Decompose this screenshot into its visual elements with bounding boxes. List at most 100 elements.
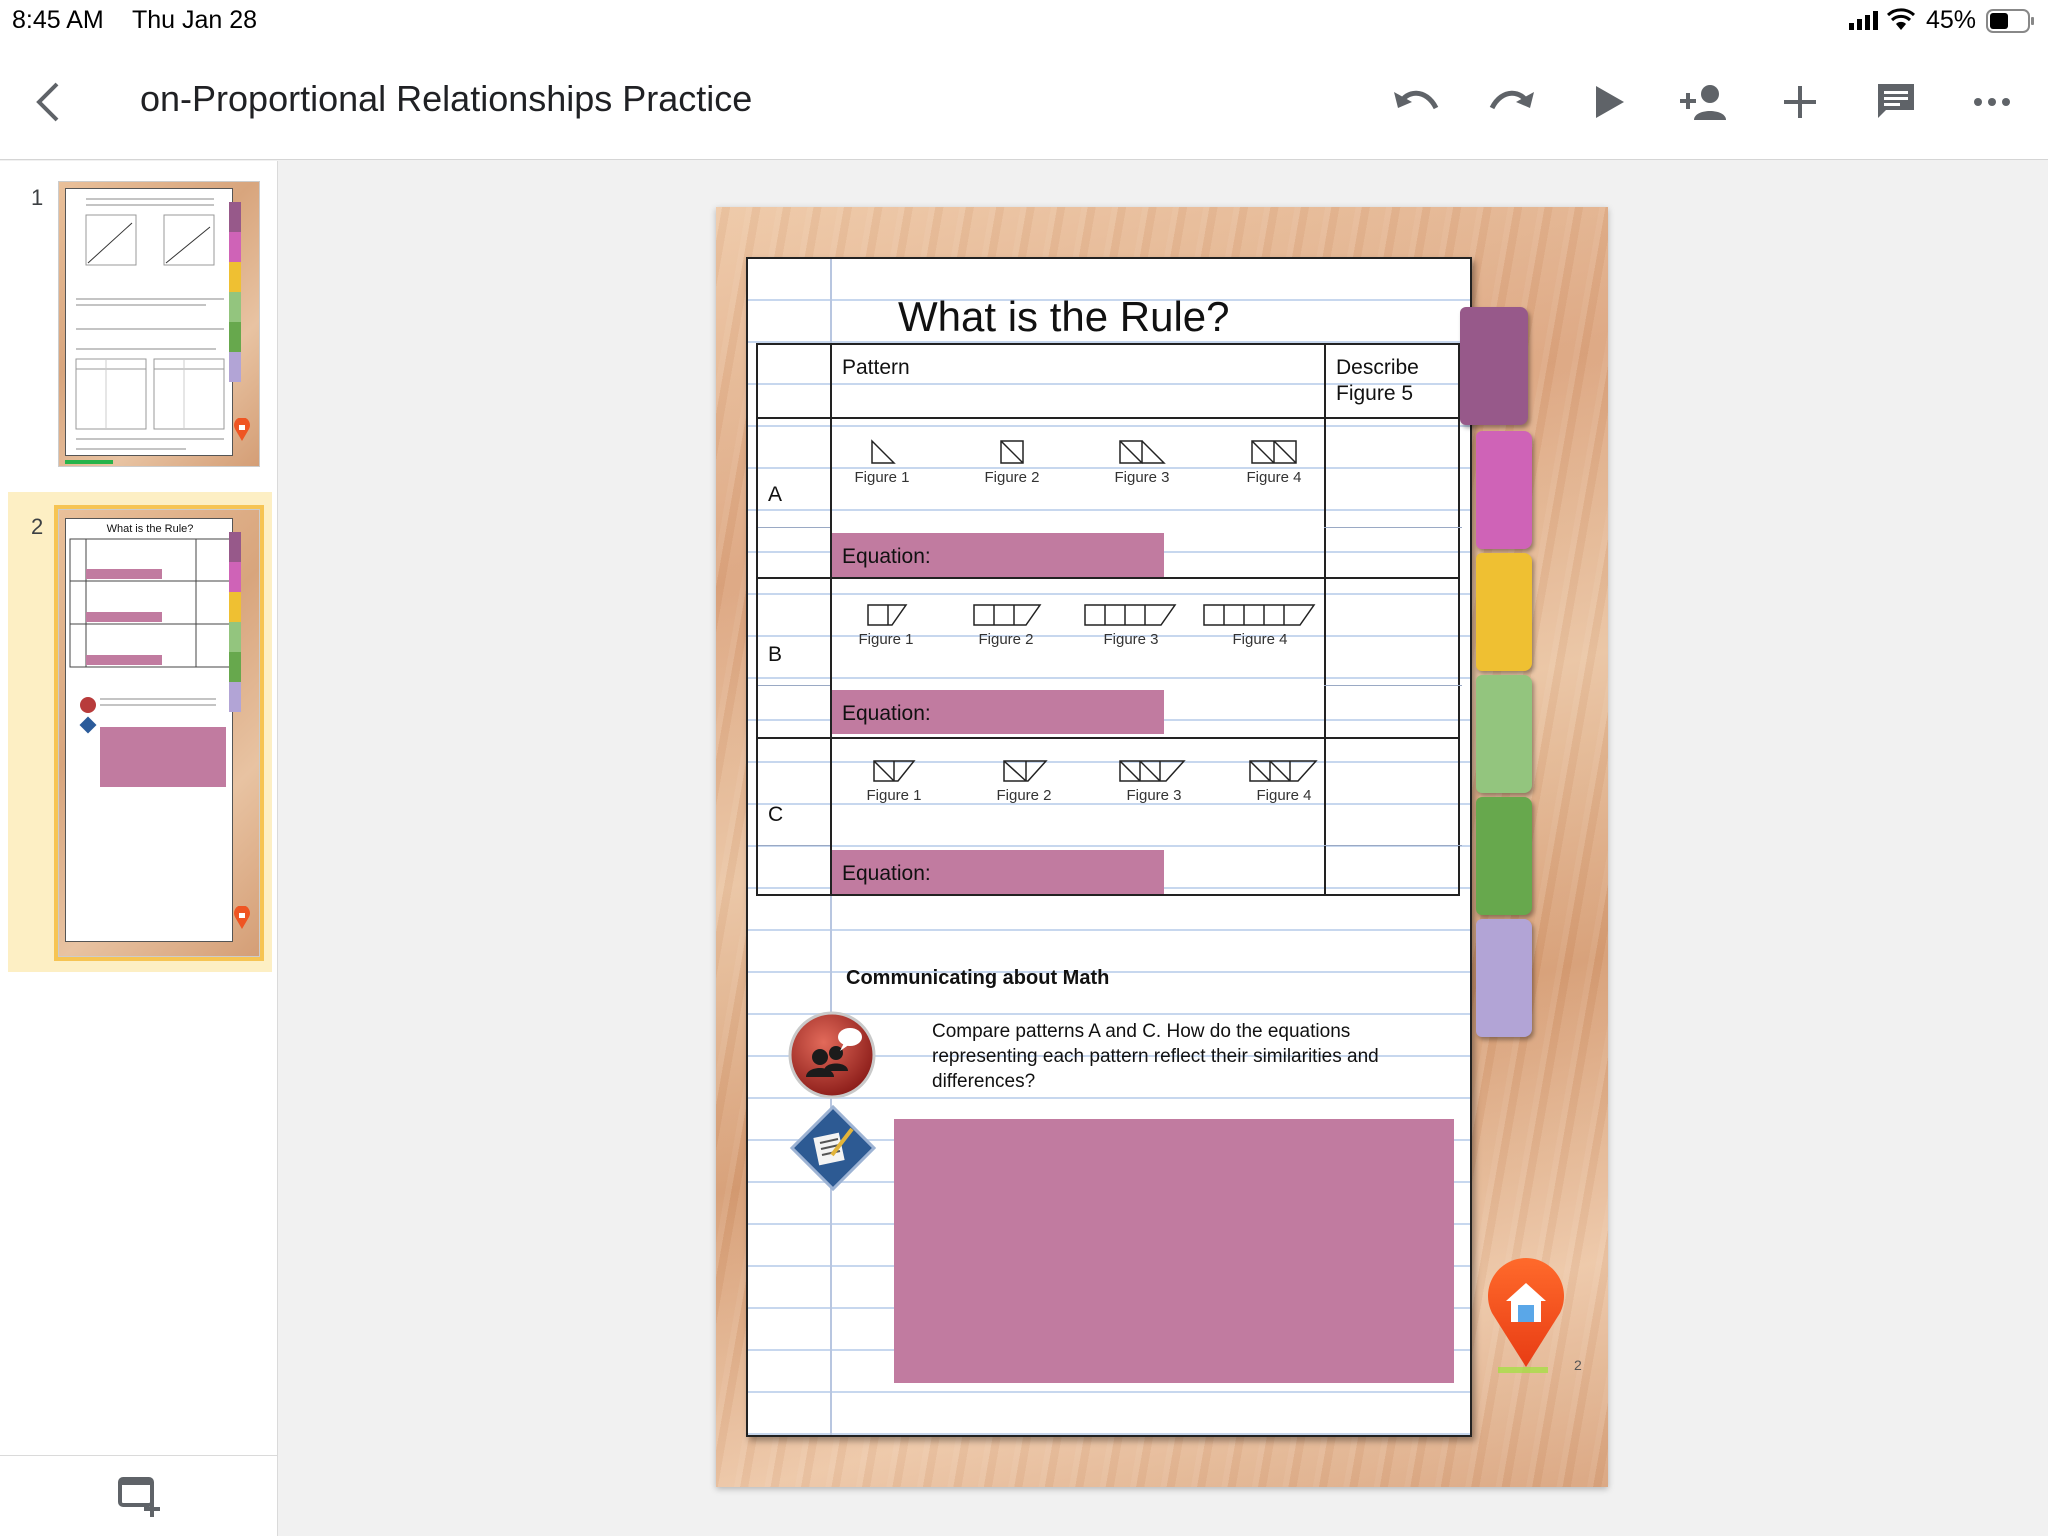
status-date: Thu Jan 28: [132, 6, 258, 34]
slide-1-progress-bar: [65, 460, 113, 464]
row-b-figure-2: Figure 2: [956, 601, 1056, 648]
tab-6[interactable]: [1476, 919, 1532, 1037]
pattern-header: Pattern: [842, 356, 910, 379]
present-button[interactable]: [1578, 72, 1638, 132]
slide-1-tab-4: [229, 292, 241, 322]
answer-box[interactable]: [894, 1119, 1454, 1383]
redo-button[interactable]: [1482, 72, 1542, 132]
row-c-figure-3-shape: [1119, 760, 1186, 782]
page-number: 2: [1574, 1357, 1582, 1373]
table-thin-b: [758, 685, 830, 686]
discussion-icon: [788, 1011, 876, 1099]
add-icon: [1784, 86, 1816, 118]
tab-4[interactable]: [1476, 675, 1532, 793]
undo-icon: [1394, 90, 1439, 110]
table-thin-c2: [1324, 845, 1462, 846]
row-b-figure-4-shape: [1203, 604, 1316, 626]
figure-label: Figure 3: [1103, 631, 1159, 648]
figure-label: Figure 4: [1256, 787, 1312, 804]
cellular-signal-icon: [1849, 11, 1878, 30]
row-a-label: A: [768, 483, 783, 506]
more-icon: [1974, 98, 2010, 106]
figure-label: Figure 3: [1126, 787, 1182, 804]
row-b-figure-2-shape: [973, 604, 1042, 626]
slide-1-tab-5: [229, 322, 241, 352]
slide-1-page: [65, 188, 233, 456]
status-time: 8:45 AM: [12, 6, 104, 34]
back-button[interactable]: [18, 72, 78, 132]
table-thin-b2: [1324, 685, 1462, 686]
figure-label: Figure 4: [1232, 631, 1288, 648]
tab-2[interactable]: [1476, 431, 1532, 549]
communicating-title: Communicating about Math: [846, 967, 1110, 989]
slide-2-tab-3: [229, 592, 241, 622]
battery-percent: 45%: [1926, 6, 1977, 34]
row-c-label: C: [768, 803, 784, 826]
row-b-label: B: [768, 643, 783, 666]
new-slide-button[interactable]: [116, 1473, 162, 1519]
row-b-equation[interactable]: Equation:: [832, 690, 1164, 734]
slide-2-thumbnail[interactable]: What is the Rule?: [54, 505, 264, 961]
figure-label: Figure 3: [1114, 469, 1170, 486]
present-icon: [1596, 86, 1624, 118]
tab-1[interactable]: [1460, 307, 1528, 425]
new-slide-icon: [118, 1477, 160, 1517]
row-c-figure-1: Figure 1: [844, 757, 944, 804]
slide-filmstrip: 1 2 What is the Rule?: [0, 161, 278, 1536]
figure-label: Figure 1: [858, 631, 914, 648]
slide-2-tab-6: [229, 682, 241, 712]
row-c-figure-4: Figure 4: [1234, 757, 1334, 804]
describe-header: Describe Figure 5: [1336, 356, 1419, 405]
row-b-figure-4: Figure 4: [1198, 601, 1322, 648]
app-toolbar: on-Proportional Relationships Practice: [0, 42, 2048, 160]
app-window: 8:45 AM Thu Jan 28 45% on-Proportional R…: [0, 0, 2048, 1536]
table-hline-1: [758, 417, 1458, 419]
row-a-figure-3-shape: [1119, 440, 1166, 464]
figure-label: Figure 4: [1246, 469, 1302, 486]
row-a-figure-4-shape: [1251, 440, 1297, 464]
tab-3[interactable]: [1476, 553, 1532, 671]
row-b-figure-3: Figure 3: [1076, 601, 1186, 648]
table-thin-c: [758, 845, 830, 846]
figure-label: Figure 2: [984, 469, 1040, 486]
row-b-figure-1-shape: [867, 604, 908, 626]
filmstrip-divider: [0, 1455, 278, 1456]
row-b-figure-3-shape: [1084, 604, 1177, 626]
figure-label: Figure 1: [854, 469, 910, 486]
table-hline-3: [758, 737, 1458, 739]
slide-1-tab-2: [229, 232, 241, 262]
slide-2-tab-4: [229, 622, 241, 652]
undo-button[interactable]: [1386, 72, 1446, 132]
slide-title[interactable]: What is the Rule?: [898, 293, 1230, 341]
slide-2-tab-2: [229, 562, 241, 592]
writing-icon: [789, 1104, 877, 1192]
row-c-equation[interactable]: Equation:: [832, 850, 1164, 894]
slide-1-thumbnail[interactable]: [58, 181, 260, 467]
slide-1-number: 1: [31, 185, 44, 210]
row-a-figure-1: Figure 1: [832, 439, 932, 486]
table-thin-a: [758, 527, 830, 528]
slide-2-tab-5: [229, 652, 241, 682]
slide-2-content-preview: [69, 538, 231, 787]
slide-2-page: What is the Rule?: [65, 518, 233, 942]
slide-2[interactable]: What is the Rule? Pattern Describe Figur…: [716, 207, 1608, 1487]
slide-1-tab-3: [229, 262, 241, 292]
slide-2-number: 2: [31, 514, 44, 539]
redo-icon: [1489, 90, 1534, 110]
home-button[interactable]: [1484, 1257, 1568, 1377]
document-title[interactable]: on-Proportional Relationships Practice: [140, 78, 752, 120]
more-options-button[interactable]: [1962, 72, 2022, 132]
comment-button[interactable]: [1866, 72, 1926, 132]
slide-2-tab-1: [229, 532, 241, 562]
row-a-figure-2: Figure 2: [962, 439, 1062, 486]
table-hline-2: [758, 577, 1458, 579]
row-a-equation[interactable]: Equation:: [832, 533, 1164, 577]
figure-label: Figure 1: [866, 787, 922, 804]
row-a-figure-3: Figure 3: [1092, 439, 1192, 486]
row-b-figure-1: Figure 1: [836, 601, 936, 648]
status-bar: 8:45 AM Thu Jan 28 45%: [0, 0, 2048, 42]
slide-1-tab-6: [229, 352, 241, 382]
add-button[interactable]: [1770, 72, 1830, 132]
tab-5[interactable]: [1476, 797, 1532, 915]
share-button[interactable]: [1674, 72, 1734, 132]
